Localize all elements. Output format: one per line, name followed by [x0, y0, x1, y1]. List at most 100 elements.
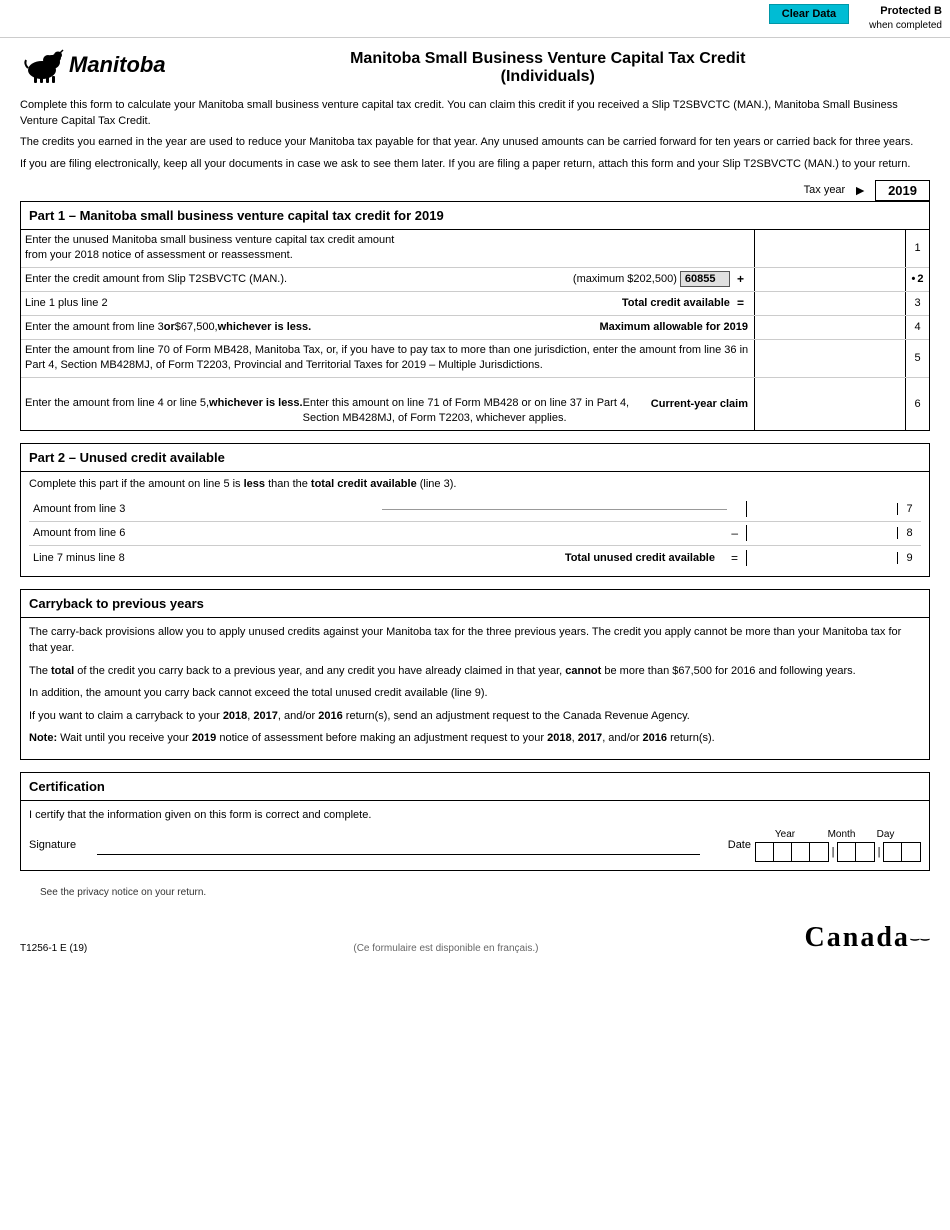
year-cell-3[interactable]: [792, 843, 810, 861]
year-cell-4[interactable]: [810, 843, 828, 861]
part2-line8-field[interactable]: [751, 527, 893, 539]
part2-line8-number: 8: [897, 527, 921, 539]
part2-content: Complete this part if the amount on line…: [21, 472, 929, 576]
part1-line3-field[interactable]: [759, 297, 901, 309]
carryback-para3: In addition, the amount you carry back c…: [29, 685, 921, 702]
certification-section: Certification I certify that the informa…: [20, 772, 930, 871]
part1-line5-field[interactable]: [759, 352, 901, 364]
bison-icon: [20, 46, 65, 84]
part1-line6-input[interactable]: [754, 378, 905, 430]
year-cell-2[interactable]: [774, 843, 792, 861]
part1-line2-operator: +: [733, 272, 748, 286]
date-sep-2: |: [875, 846, 883, 858]
part1-line4-number: 4: [905, 316, 929, 339]
year-cell-1[interactable]: [756, 843, 774, 861]
cert-content: I certify that the information given on …: [21, 801, 929, 870]
part1-line6-field[interactable]: [759, 398, 901, 410]
logo-area: Manitoba: [20, 46, 166, 84]
part1-line3-row: Line 1 plus line 2 Total credit availabl…: [21, 292, 929, 316]
part2-line8-op: –: [723, 526, 746, 540]
part1-line6-current: Current-year claim: [651, 398, 748, 410]
part1-line4-max: Maximum allowable for 2019: [599, 321, 748, 333]
title-area: Manitoba Small Business Venture Capital …: [166, 46, 930, 86]
part2-section: Part 2 – Unused credit available Complet…: [20, 443, 930, 577]
date-section: Date Year Month Day: [728, 829, 921, 862]
footer-french-note: (Ce formulaire est disponible en françai…: [353, 943, 538, 954]
day-cells: [883, 842, 921, 862]
footer: T1256-1 E (19) (Ce formulaire est dispon…: [0, 914, 950, 962]
carryback-para1: The carry-back provisions allow you to a…: [29, 624, 921, 657]
part1-line1-row: Enter the unused Manitoba small business…: [21, 230, 929, 268]
part1-line2-field[interactable]: [759, 273, 901, 285]
part1-line2-middle: (maximum $202,500) 60855 +: [567, 268, 754, 291]
cert-row: Signature Date Year Month Day: [29, 829, 921, 862]
part2-line9-op: =: [723, 551, 746, 565]
cert-header: Certification: [21, 773, 929, 801]
intro-para3: If you are filing electronically, keep a…: [20, 157, 930, 172]
part1-line3-input[interactable]: [754, 292, 905, 315]
part1-line5-desc: Enter the amount from line 70 of Form MB…: [21, 340, 754, 377]
arrow-right-icon: ►: [853, 182, 867, 198]
part1-line6-row: Enter the amount from line 4 or line 5, …: [21, 378, 929, 430]
part2-intro: Complete this part if the amount on line…: [29, 478, 921, 490]
part1-line6-middle: Current-year claim: [645, 378, 754, 430]
part1-line1-field[interactable]: [759, 242, 901, 254]
part1-line2-max: (maximum $202,500): [573, 273, 677, 285]
part1-line2-input[interactable]: [754, 268, 905, 291]
part1-line3-total: Total credit available: [622, 297, 730, 309]
part2-line9-input[interactable]: [746, 550, 897, 566]
day-cell-2[interactable]: [902, 843, 920, 861]
part1-line4-desc: Enter the amount from line 3 or $67,500,…: [21, 316, 593, 339]
date-cells: | |: [755, 842, 921, 862]
cert-statement: I certify that the information given on …: [29, 809, 921, 821]
part2-line9-field[interactable]: [751, 552, 893, 564]
part2-header: Part 2 – Unused credit available: [21, 444, 929, 472]
part1-line4-row: Enter the amount from line 3 or $67,500,…: [21, 316, 929, 340]
carryback-section: Carryback to previous years The carry-ba…: [20, 589, 930, 760]
month-cell-2[interactable]: [856, 843, 874, 861]
part2-line7-op: [727, 502, 746, 516]
part1-line2-row: Enter the credit amount from Slip T2SBVC…: [21, 268, 929, 292]
part1-line1-number: 1: [905, 230, 929, 267]
logo-text: Manitoba: [69, 52, 166, 78]
part1-line3-middle: Total credit available =: [616, 292, 754, 315]
year-cells: [755, 842, 829, 862]
date-day-label: Day: [868, 829, 903, 840]
part1-line5-row: Enter the amount from line 70 of Form MB…: [21, 340, 929, 378]
day-cell-1[interactable]: [884, 843, 902, 861]
carryback-note: Note: Wait until you receive your 2019 n…: [29, 730, 921, 747]
part2-line8-row: Amount from line 6 – 8: [29, 522, 921, 546]
tax-year-label: Tax year: [804, 184, 846, 196]
part1-header: Part 1 – Manitoba small business venture…: [21, 202, 929, 230]
part2-line8-desc: Amount from line 6: [29, 525, 380, 541]
part2-line7-input[interactable]: [746, 501, 897, 517]
part1-line2-desc: Enter the credit amount from Slip T2SBVC…: [21, 268, 567, 291]
carryback-content: The carry-back provisions allow you to a…: [21, 618, 929, 759]
part1-line1-desc: Enter the unused Manitoba small business…: [21, 230, 754, 267]
month-cell-1[interactable]: [838, 843, 856, 861]
part2-line7-field[interactable]: [751, 503, 893, 515]
part1-line1-input[interactable]: [754, 230, 905, 267]
part1-line3-operator: =: [733, 296, 748, 310]
part1-line2-number: •2: [905, 268, 929, 291]
sig-line: [97, 835, 700, 855]
carryback-para2: The total of the credit you carry back t…: [29, 663, 921, 680]
privacy-note: See the privacy notice on your return.: [20, 883, 930, 902]
main-content: Complete this form to calculate your Man…: [0, 90, 950, 909]
part2-line8-input[interactable]: [746, 525, 897, 541]
part1-line4-input[interactable]: [754, 316, 905, 339]
form-subtitle: (Individuals): [166, 68, 930, 86]
part2-line9-total: Total unused credit available: [557, 552, 723, 564]
part1-line4-field[interactable]: [759, 321, 901, 333]
clear-data-button[interactable]: Clear Data: [769, 4, 849, 24]
sig-label: Signature: [29, 839, 89, 851]
part1-line3-number: 3: [905, 292, 929, 315]
part1-line5-input[interactable]: [754, 340, 905, 377]
part1-line3-desc: Line 1 plus line 2: [21, 292, 616, 315]
date-year-label: Year: [755, 829, 815, 840]
date-month-label: Month: [819, 829, 864, 840]
part2-line7-row: Amount from line 3 7: [29, 498, 921, 522]
canada-logo: Canada‿‿: [805, 922, 930, 953]
footer-right: Canada‿‿: [805, 922, 930, 954]
protected-b-label: Protected B when completed: [869, 4, 942, 33]
